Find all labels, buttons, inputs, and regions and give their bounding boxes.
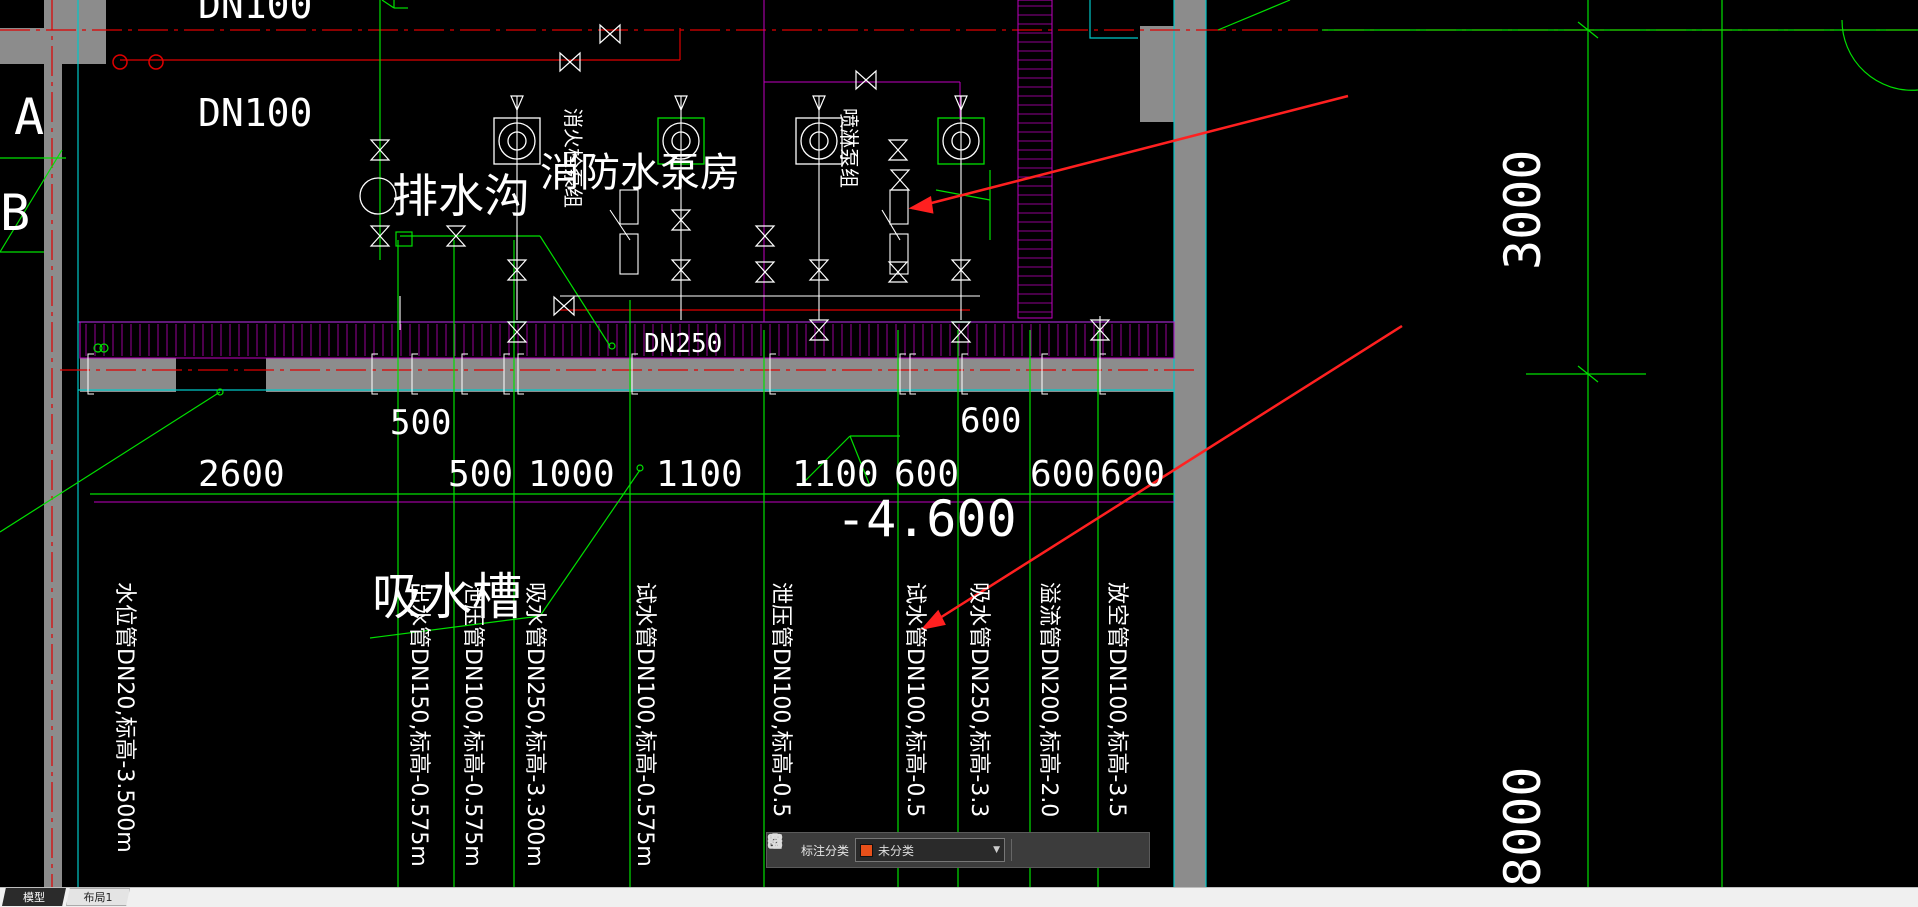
category-select[interactable]: 未分类 ▼ — [855, 838, 1006, 862]
dim-row-2: 1000 — [528, 454, 615, 495]
room-label-drainage-ditch: 排水沟 — [392, 169, 530, 223]
walls — [0, 0, 1206, 887]
dim-top-600: 600 — [960, 401, 1021, 441]
vertical-pipe-label: 溢流管DN200,标高-2.0 — [1036, 582, 1061, 817]
grid-label-a: A — [14, 88, 44, 146]
cad-canvas[interactable]: A B DN100 DN100 DN250 排水沟 消防水泵房 吸水槽 消火栓泵… — [0, 0, 1918, 887]
tab-layout1[interactable]: 布局1 — [66, 888, 130, 906]
dim-right-3000: 3000 — [1494, 150, 1552, 270]
chevron-down-icon: ▼ — [993, 845, 1001, 855]
pipe-label-dn100: DN100 — [198, 91, 312, 135]
grid-label-b: B — [0, 184, 30, 242]
elevation-label: -4.600 — [836, 490, 1017, 548]
vertical-pipe-label: 出水管DN150,标高-0.575m — [406, 582, 431, 867]
drawing-texts: A B DN100 DN100 DN250 排水沟 消防水泵房 吸水槽 消火栓泵… — [0, 0, 1552, 887]
vertical-pipe-label: 放空管DN100,标高-3.5 — [1104, 582, 1129, 817]
vertical-pipe-label: 吸水管DN250,标高-3.3 — [966, 582, 991, 817]
layout-tab-bar: 模型 布局1 — [0, 887, 1918, 907]
vertical-pipe-label: 水位管DN20,标高-3.500m — [112, 582, 137, 853]
toolbar-divider — [1011, 839, 1013, 861]
vertical-pipe-label: 试水管DN100,标高-0.5 — [902, 582, 927, 817]
dim-right-8000: 8000 — [1494, 767, 1552, 887]
dim-row-4: 1100 — [792, 454, 879, 495]
room-label-suction-tank: 吸水槽 — [372, 568, 522, 626]
room-label-hydrant-pump-group: 消火栓泵组 — [561, 108, 585, 208]
vertical-pipe-label: 泄压管DN100,标高-0.575m — [460, 582, 485, 867]
dim-row-5: 600 — [894, 454, 959, 495]
annotation-toolbar: 标注分类 未分类 ▼ — [766, 832, 1150, 868]
dim-row-1: 500 — [448, 454, 513, 495]
tab-model[interactable]: 模型 — [2, 888, 66, 906]
category-color-swatch — [860, 843, 874, 857]
move-icon[interactable] — [767, 833, 1068, 861]
paste-icon[interactable] — [769, 833, 1124, 861]
axis-bubbles — [112, 54, 164, 70]
dim-row-7: 600 — [1100, 454, 1165, 495]
hatch-strip — [79, 321, 1175, 359]
copy-icon[interactable] — [768, 834, 1096, 861]
vertical-pipe-label: 泄压管DN100,标高-0.5 — [768, 582, 793, 817]
pipe-label-dn250: DN250 — [644, 329, 722, 359]
vertical-pipe-label: 吸水管DN250,标高-3.300m — [522, 582, 547, 867]
room-label-sprinkler-pump-group: 喷淋泵组 — [837, 108, 861, 188]
dim-row-6: 600 — [1030, 454, 1095, 495]
dim-row-0: 2600 — [198, 454, 285, 495]
cad-drawing: A B DN100 DN100 DN250 排水沟 消防水泵房 吸水槽 消火栓泵… — [0, 0, 1918, 887]
vertical-pipe-label: 试水管DN100,标高-0.575m — [632, 582, 657, 867]
category-value: 未分类 — [878, 843, 915, 858]
dim-top-500: 500 — [390, 403, 451, 443]
dim-row-3: 1100 — [656, 454, 743, 495]
toolbar-label: 标注分类 — [801, 843, 850, 858]
edit-icon[interactable] — [768, 835, 1040, 861]
pipe-label-dn100-top: DN100 — [198, 0, 312, 27]
